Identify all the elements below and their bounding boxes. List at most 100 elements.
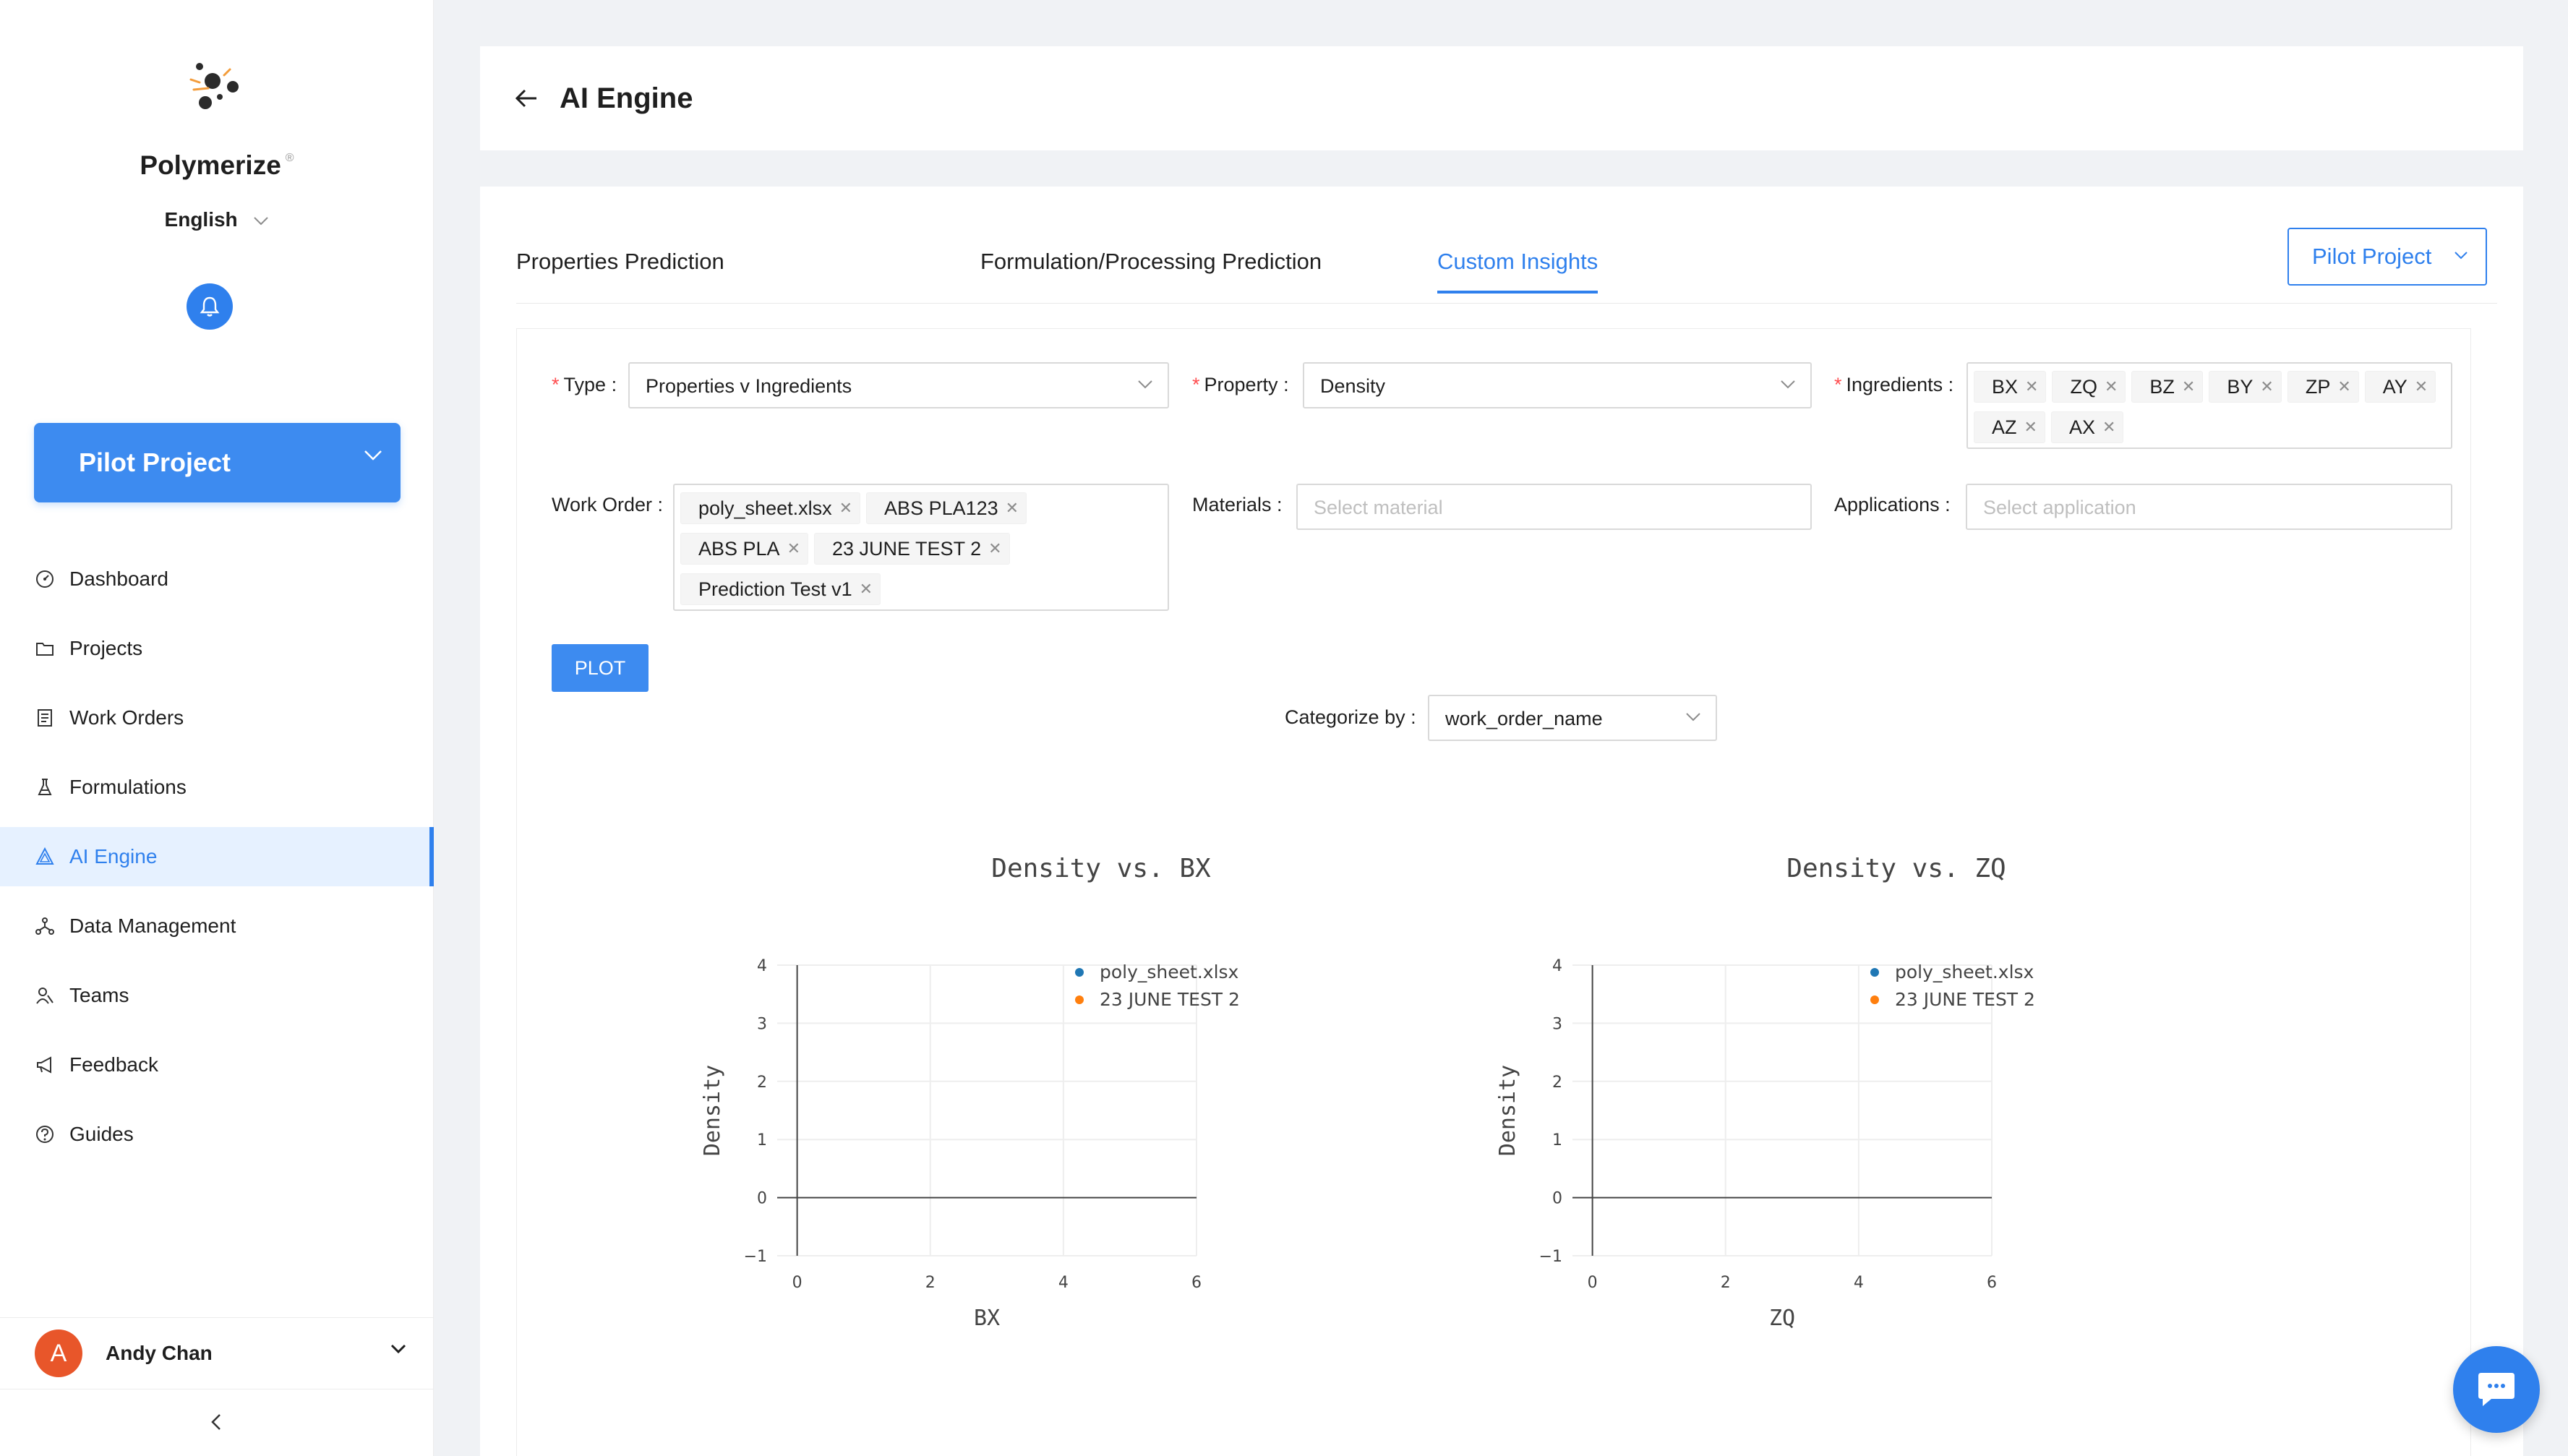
chat-support-button[interactable]	[2453, 1346, 2540, 1433]
legend-marker	[1075, 995, 1084, 1004]
y-tick-label: 4	[1552, 957, 1562, 975]
y-tick-label: 1	[1552, 1131, 1562, 1149]
sidebar-item-label: Work Orders	[69, 706, 184, 729]
selected-tag: BY ✕	[2209, 371, 2282, 403]
type-select-value: Properties v Ingredients	[646, 375, 852, 397]
y-axis-title: Density	[700, 1065, 725, 1156]
legend-marker	[1870, 995, 1879, 1004]
sidebar-item-teams[interactable]: Teams	[0, 966, 434, 1025]
team-icon	[36, 988, 54, 1004]
sidebar-item-guides[interactable]: Guides	[0, 1105, 434, 1164]
materials-select[interactable]: Select material	[1296, 484, 1812, 530]
selected-tag: Prediction Test v1 ✕	[680, 573, 881, 605]
remove-tag-icon[interactable]: ✕	[2024, 418, 2037, 437]
y-tick-label: 0	[757, 1190, 767, 1208]
tab-properties-prediction[interactable]: Properties Prediction	[516, 249, 724, 275]
legend-label: poly_sheet.xlsx	[1895, 962, 2034, 982]
tab-bar: Properties Prediction Formulation/Proces…	[516, 187, 2497, 304]
sidebar-item-label: Projects	[69, 637, 143, 659]
ingredients-multiselect[interactable]: BX ✕ ZQ ✕ BZ ✕ BY ✕ ZP ✕ AY ✕ AZ ✕ AX ✕	[1966, 362, 2452, 449]
back-arrow-icon[interactable]	[515, 88, 538, 108]
user-menu[interactable]: A Andy Chan	[0, 1317, 434, 1389]
x-axis-title: BX	[974, 1306, 1000, 1331]
y-tick-label: −1	[744, 1248, 767, 1266]
remove-tag-icon[interactable]: ✕	[2102, 418, 2115, 437]
selected-tag: AZ ✕	[1974, 411, 2045, 443]
materials-label-text: Materials	[1192, 494, 1272, 515]
property-label-text: Property	[1204, 374, 1278, 395]
selected-tag: ABS PLA123 ✕	[866, 492, 1027, 524]
applications-placeholder: Select application	[1983, 497, 2136, 518]
property-label: * Property :	[1192, 374, 1289, 395]
remove-tag-icon[interactable]: ✕	[2337, 377, 2350, 396]
megaphone-icon	[37, 1056, 51, 1074]
sidebar-item-data-management[interactable]: Data Management	[0, 896, 434, 956]
applications-select[interactable]: Select application	[1966, 484, 2452, 530]
applications-label: Applications :	[1834, 494, 1951, 515]
remove-tag-icon[interactable]: ✕	[2415, 377, 2428, 396]
project-selector-label: Pilot Project	[79, 447, 231, 477]
y-tick-label: −1	[1539, 1248, 1562, 1266]
page-header: AI Engine	[480, 46, 2523, 150]
work-order-label-text: Work Order	[552, 494, 653, 515]
sidebar-item-work-orders[interactable]: Work Orders	[0, 688, 434, 748]
sidebar-item-ai-engine[interactable]: AI Engine	[0, 827, 434, 886]
chevron-down-icon	[1686, 713, 1700, 721]
custom-insights-panel: * Type : Properties v Ingredients * Proper…	[516, 328, 2471, 1456]
language-selector[interactable]: English	[0, 208, 434, 231]
required-mark-icon: *	[1192, 374, 1200, 395]
plot-button[interactable]: PLOT	[552, 644, 649, 692]
type-label-text: Type	[563, 374, 607, 395]
tab-custom-insights[interactable]: Custom Insights	[1437, 249, 1598, 294]
project-selector-button[interactable]: Pilot Project	[34, 423, 401, 502]
language-label: English	[164, 208, 238, 231]
y-tick-label: 2	[757, 1074, 767, 1092]
remove-tag-icon[interactable]: ✕	[2105, 377, 2118, 396]
remove-tag-icon[interactable]: ✕	[860, 580, 873, 599]
sidebar-item-dashboard[interactable]: Dashboard	[0, 549, 434, 609]
selected-tag: ABS PLA ✕	[680, 533, 808, 565]
tag-label: ABS PLA	[698, 537, 780, 560]
remove-tag-icon[interactable]: ✕	[839, 499, 852, 518]
tab-formulation-processing-prediction[interactable]: Formulation/Processing Prediction	[980, 249, 1322, 275]
sidebar-item-formulations[interactable]: Formulations	[0, 758, 434, 817]
scatter-chart-density-bx[interactable]: −1 0 1 2 3 4 0 2 4 6 BX Density poly_sheet.xlsx 23 JU…	[690, 929, 1240, 1334]
y-tick-label: 3	[757, 1015, 767, 1033]
tag-label: ZQ	[2070, 375, 2097, 398]
question-icon	[36, 1126, 54, 1143]
collapse-sidebar-icon[interactable]	[207, 1412, 227, 1432]
sidebar-item-projects[interactable]: Projects	[0, 619, 434, 678]
y-tick-label: 0	[1552, 1190, 1562, 1208]
tag-label: BZ	[2149, 375, 2175, 398]
selected-tag: 23 JUNE TEST 2 ✕	[814, 533, 1010, 565]
type-select[interactable]: Properties v Ingredients	[628, 362, 1169, 408]
network-icon	[35, 917, 54, 935]
remove-tag-icon[interactable]: ✕	[2182, 377, 2195, 396]
project-select[interactable]: Pilot Project	[2287, 228, 2487, 286]
ingredients-label: * Ingredients :	[1834, 374, 1954, 395]
tag-label: AY	[2382, 375, 2408, 398]
property-select[interactable]: Density	[1303, 362, 1812, 408]
y-tick-label: 2	[1552, 1074, 1562, 1092]
required-mark-icon: *	[552, 374, 560, 395]
remove-tag-icon[interactable]: ✕	[2025, 377, 2038, 396]
main-card: Properties Prediction Formulation/Proces…	[480, 187, 2523, 1456]
remove-tag-icon[interactable]: ✕	[1006, 499, 1019, 518]
tag-label: AX	[2068, 416, 2095, 438]
chevron-down-icon	[390, 1344, 406, 1354]
work-order-multiselect[interactable]: poly_sheet.xlsx ✕ ABS PLA123 ✕ ABS PLA ✕ 23 JU…	[673, 484, 1169, 611]
remove-tag-icon[interactable]: ✕	[988, 539, 1001, 558]
x-tick-label: 4	[1854, 1274, 1864, 1292]
polymerize-logo[interactable]	[184, 53, 253, 123]
chevron-down-icon	[1138, 380, 1152, 389]
scatter-chart-density-zq[interactable]: −1 0 1 2 3 4 0 2 4 6 ZQ Density poly_sheet.xlsx 23 JU…	[1486, 929, 2035, 1334]
tag-label: Prediction Test v1	[698, 578, 852, 600]
selected-tag: AX ✕	[2050, 411, 2124, 443]
remove-tag-icon[interactable]: ✕	[2260, 377, 2273, 396]
remove-tag-icon[interactable]: ✕	[787, 539, 800, 558]
materials-label: Materials :	[1192, 494, 1283, 515]
sidebar-item-feedback[interactable]: Feedback	[0, 1035, 434, 1095]
notifications-button[interactable]	[187, 283, 233, 330]
categorize-select[interactable]: work_order_name	[1428, 695, 1717, 741]
sidebar-item-label: Guides	[69, 1123, 134, 1145]
